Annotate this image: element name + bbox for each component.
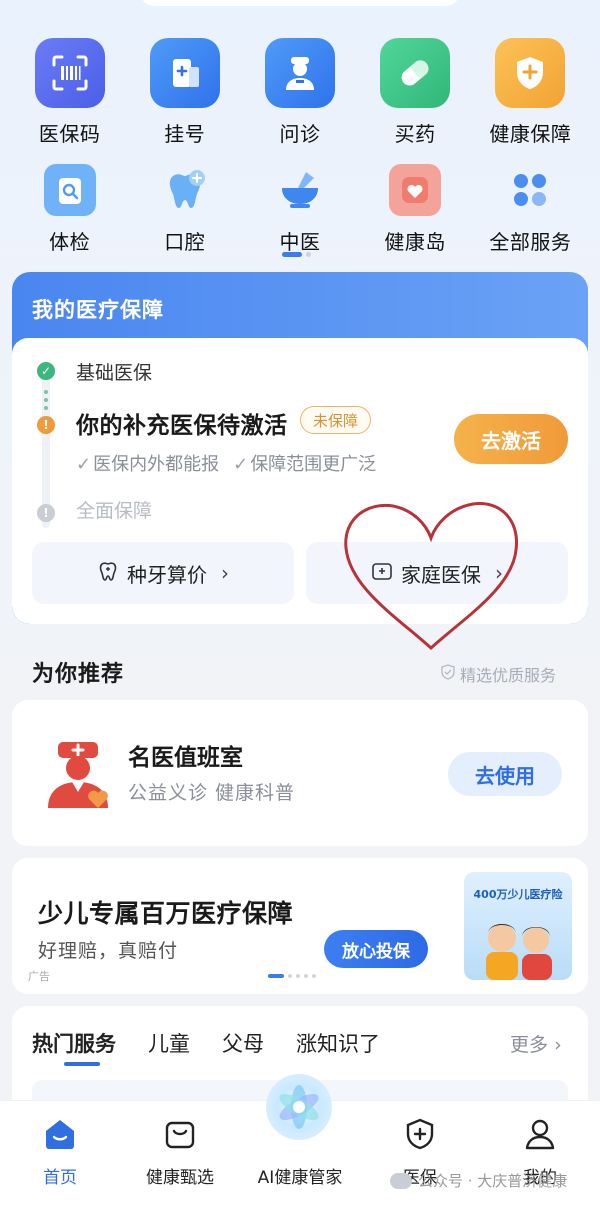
- chevron-right-icon: ›: [221, 561, 229, 585]
- service-label: 全部服务: [489, 230, 572, 254]
- tab-parents[interactable]: 父母: [222, 1028, 264, 1058]
- doctor-icon: [42, 736, 118, 812]
- ai-orb-icon[interactable]: [266, 1074, 332, 1140]
- service-label: 中医: [279, 230, 321, 254]
- service-consult[interactable]: 问诊: [242, 38, 357, 147]
- ad-label: 广告: [28, 970, 50, 983]
- page-indicator: [282, 252, 311, 257]
- service-grid-row-2: 体检 口腔 中医 健康岛 全部服务: [12, 164, 588, 255]
- service-description: 公益义诊 健康科普: [128, 782, 296, 804]
- doctor-icon: [264, 38, 335, 108]
- tab-hot-services[interactable]: 热门服务: [32, 1028, 116, 1058]
- service-label: 体检: [49, 230, 91, 254]
- medical-card-body: ✓ ! ! 基础医保 你的补充医保待激活 未保障 ✓ 医保内外都能报 ✓ 保障范围更…: [12, 338, 588, 624]
- home-icon: [41, 1115, 79, 1153]
- service-label: 挂号: [164, 122, 206, 146]
- register-icon: [149, 38, 220, 108]
- status-timeline: ✓ ! !: [36, 360, 56, 530]
- family-insurance-button[interactable]: 家庭医保 ›: [306, 542, 568, 604]
- active-tab-indicator: [64, 1062, 100, 1066]
- service-dental[interactable]: 口腔: [127, 164, 242, 255]
- service-medical-code[interactable]: 医保码: [12, 38, 127, 147]
- service-grid-row-1: 医保码 挂号 问诊 买药 健康保障: [12, 38, 588, 147]
- service-register[interactable]: 挂号: [127, 38, 242, 147]
- grid-icon: [504, 164, 556, 216]
- service-label: 健康岛: [384, 230, 446, 254]
- nav-home[interactable]: 首页: [0, 1101, 120, 1206]
- mortar-icon: [274, 164, 326, 216]
- service-buy-medicine[interactable]: 买药: [358, 38, 473, 147]
- ad-title: 少儿专属百万医疗保障: [38, 899, 294, 928]
- basic-insurance-label: 基础医保: [76, 362, 153, 384]
- clipboard-icon: [43, 164, 96, 216]
- recommend-card[interactable]: 名医值班室 公益义诊 健康科普 去使用: [12, 700, 588, 846]
- card-title: 我的医疗保障: [32, 298, 164, 322]
- status-badge: 未保障: [300, 406, 372, 434]
- check-icon: ✓: [76, 454, 92, 475]
- dental-price-button[interactable]: 种牙算价 ›: [32, 542, 294, 604]
- benefit-item: ✓ 医保内外都能报: [76, 454, 220, 475]
- user-icon: [521, 1115, 559, 1153]
- benefit-list: ✓ 医保内外都能报 ✓ 保障范围更广泛: [76, 450, 376, 476]
- service-label: 问诊: [279, 122, 321, 146]
- pill-icon: [380, 38, 451, 108]
- wechat-icon: [390, 1172, 412, 1189]
- buy-insurance-button[interactable]: 放心投保: [324, 930, 428, 968]
- hot-tabs: 热门服务 儿童 父母 涨知识了: [32, 1028, 380, 1058]
- service-tcm[interactable]: 中医: [242, 164, 357, 255]
- my-medical-card: 我的医疗保障 ✓ ! ! 基础医保 你的补充医保待激活 未保障 ✓ 医保内外都能报…: [12, 272, 588, 624]
- family-card-icon: [371, 560, 393, 587]
- carousel-indicator: [268, 974, 316, 978]
- warning-icon: !: [37, 416, 55, 434]
- use-button[interactable]: 去使用: [448, 752, 562, 796]
- check-icon: ✓: [233, 454, 249, 475]
- shield-icon: [495, 38, 566, 108]
- full-coverage-label: 全面保障: [76, 500, 153, 522]
- tooth-icon: [97, 560, 119, 587]
- bag-icon: [161, 1115, 199, 1153]
- service-checkup[interactable]: 体检: [12, 164, 127, 255]
- ad-image-text: 400万少儿医疗险: [473, 888, 563, 901]
- section-subtitle: 精选优质服务: [440, 662, 556, 686]
- watermark: 公众号 · 大庆普济健康: [390, 1170, 567, 1191]
- tab-children[interactable]: 儿童: [148, 1028, 190, 1058]
- chevron-right-icon: ›: [495, 561, 503, 585]
- service-health-security[interactable]: 健康保障: [473, 38, 588, 147]
- ad-image: 400万少儿医疗险: [464, 872, 572, 980]
- tooth-icon: [159, 164, 211, 216]
- shield-check-icon: [440, 664, 456, 684]
- nav-label: AI健康管家: [257, 1168, 343, 1188]
- ad-banner[interactable]: 少儿专属百万医疗保障 好理赔，真赔付 广告 放心投保 400万少儿医疗险: [12, 858, 588, 994]
- heart-home-icon: [389, 164, 442, 216]
- service-label: 医保码: [38, 122, 101, 146]
- chevron-right-icon: ›: [554, 1034, 562, 1056]
- ad-description: 好理赔，真赔付: [38, 940, 179, 962]
- nav-label: 首页: [43, 1168, 77, 1188]
- tab-knowledge[interactable]: 涨知识了: [296, 1028, 380, 1058]
- family-insurance-label: 家庭医保: [401, 562, 481, 587]
- service-label: 口腔: [164, 230, 206, 254]
- nav-label: 健康甄选: [146, 1168, 214, 1188]
- check-icon: ✓: [37, 362, 55, 380]
- qr-code-icon: [34, 38, 105, 108]
- nav-health-select[interactable]: 健康甄选: [120, 1101, 240, 1206]
- service-all[interactable]: 全部服务: [473, 164, 588, 255]
- service-title: 名医值班室: [128, 745, 243, 771]
- more-link[interactable]: 更多 ›: [510, 1030, 562, 1057]
- service-label: 买药: [394, 122, 436, 146]
- service-health-island[interactable]: 健康岛: [358, 164, 473, 255]
- info-icon: !: [37, 504, 55, 522]
- benefit-item: ✓ 保障范围更广泛: [233, 454, 377, 475]
- activate-button[interactable]: 去激活: [454, 414, 568, 464]
- section-title: 为你推荐: [32, 662, 125, 687]
- shield-plus-icon: [401, 1115, 439, 1153]
- supplement-status: 你的补充医保待激活: [76, 413, 288, 439]
- service-label: 健康保障: [489, 122, 572, 146]
- dental-price-label: 种牙算价: [127, 562, 207, 587]
- search-bar-bottom-edge[interactable]: [140, 0, 460, 6]
